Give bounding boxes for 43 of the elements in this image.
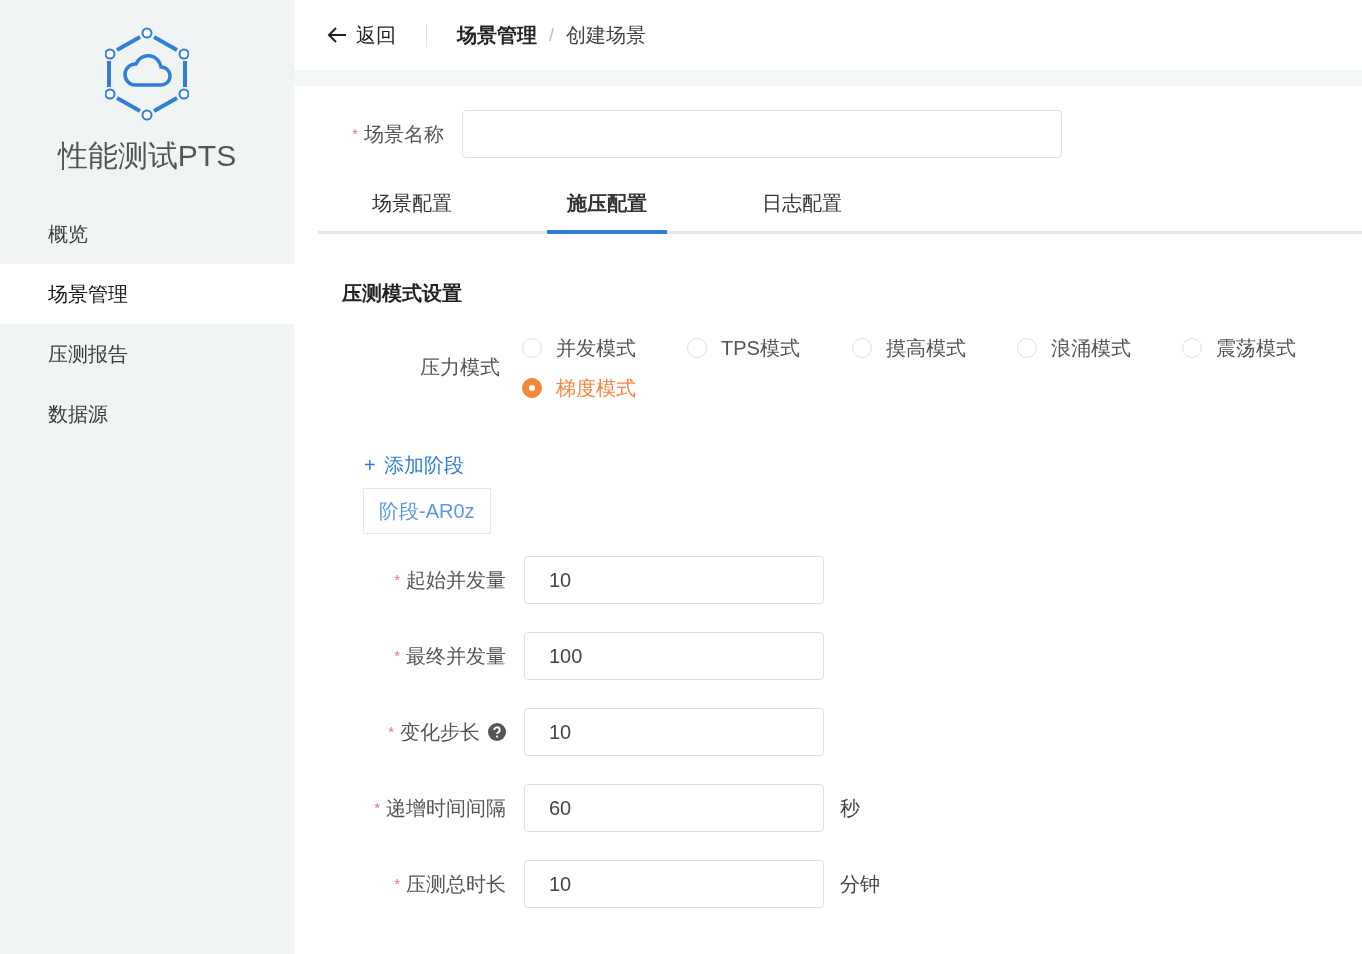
field-label: 变化步长 [400, 720, 480, 745]
required-mark: * [394, 569, 400, 590]
back-button[interactable]: 返回 [326, 20, 396, 50]
unit-label: 分钟 [840, 872, 880, 897]
field-label: 递增时间间隔 [386, 796, 506, 821]
unit-label: 秒 [840, 796, 860, 821]
required-mark: * [388, 721, 394, 742]
tab[interactable]: 日志配置 [742, 188, 862, 234]
field-label: 压测总时长 [406, 872, 506, 897]
required-mark: * [374, 797, 380, 818]
help-icon[interactable] [488, 723, 506, 741]
radio-option[interactable]: 并发模式 [522, 328, 687, 368]
input-field[interactable]: 100 [524, 632, 824, 680]
field-label: 最终并发量 [406, 644, 506, 669]
input-field[interactable]: 10 [524, 556, 824, 604]
tab[interactable]: 场景配置 [352, 188, 472, 234]
app-title: 性能测试PTS [57, 138, 237, 174]
breadcrumb-item[interactable]: 场景管理 [457, 20, 537, 50]
required-mark: * [352, 123, 358, 144]
radio-option[interactable]: 震荡模式 [1182, 328, 1347, 368]
breadcrumb-separator: / [549, 23, 554, 47]
required-mark: * [394, 645, 400, 666]
field-label: 场景名称 [363, 122, 444, 147]
logo-icon [105, 27, 189, 121]
sidebar-item[interactable]: 数据源 [0, 384, 294, 444]
required-mark: * [394, 873, 400, 894]
tab[interactable]: 施压配置 [547, 188, 667, 234]
section-title: 压测模式设置 [342, 281, 463, 306]
input-field[interactable]: 60 [524, 784, 824, 832]
input-field[interactable]: 10 [524, 708, 824, 756]
breadcrumb-item: 创建场景 [566, 23, 646, 48]
arrow-left-icon [326, 26, 348, 44]
add-stage-button[interactable]: + 添加阶段 [364, 450, 464, 480]
radio-option[interactable]: 浪涌模式 [1017, 328, 1182, 368]
field-label: 起始并发量 [406, 568, 506, 593]
input-field[interactable]: 10 [524, 860, 824, 908]
field-label: 压力模式 [420, 355, 501, 380]
radio-option[interactable]: 摸高模式 [852, 328, 1017, 368]
input-field[interactable] [461, 110, 1062, 158]
sidebar-item[interactable]: 场景管理 [0, 264, 294, 324]
radio-option[interactable]: TPS模式 [687, 328, 852, 368]
sidebar-item[interactable]: 概览 [0, 204, 294, 264]
sidebar-item[interactable]: 压测报告 [0, 324, 294, 384]
